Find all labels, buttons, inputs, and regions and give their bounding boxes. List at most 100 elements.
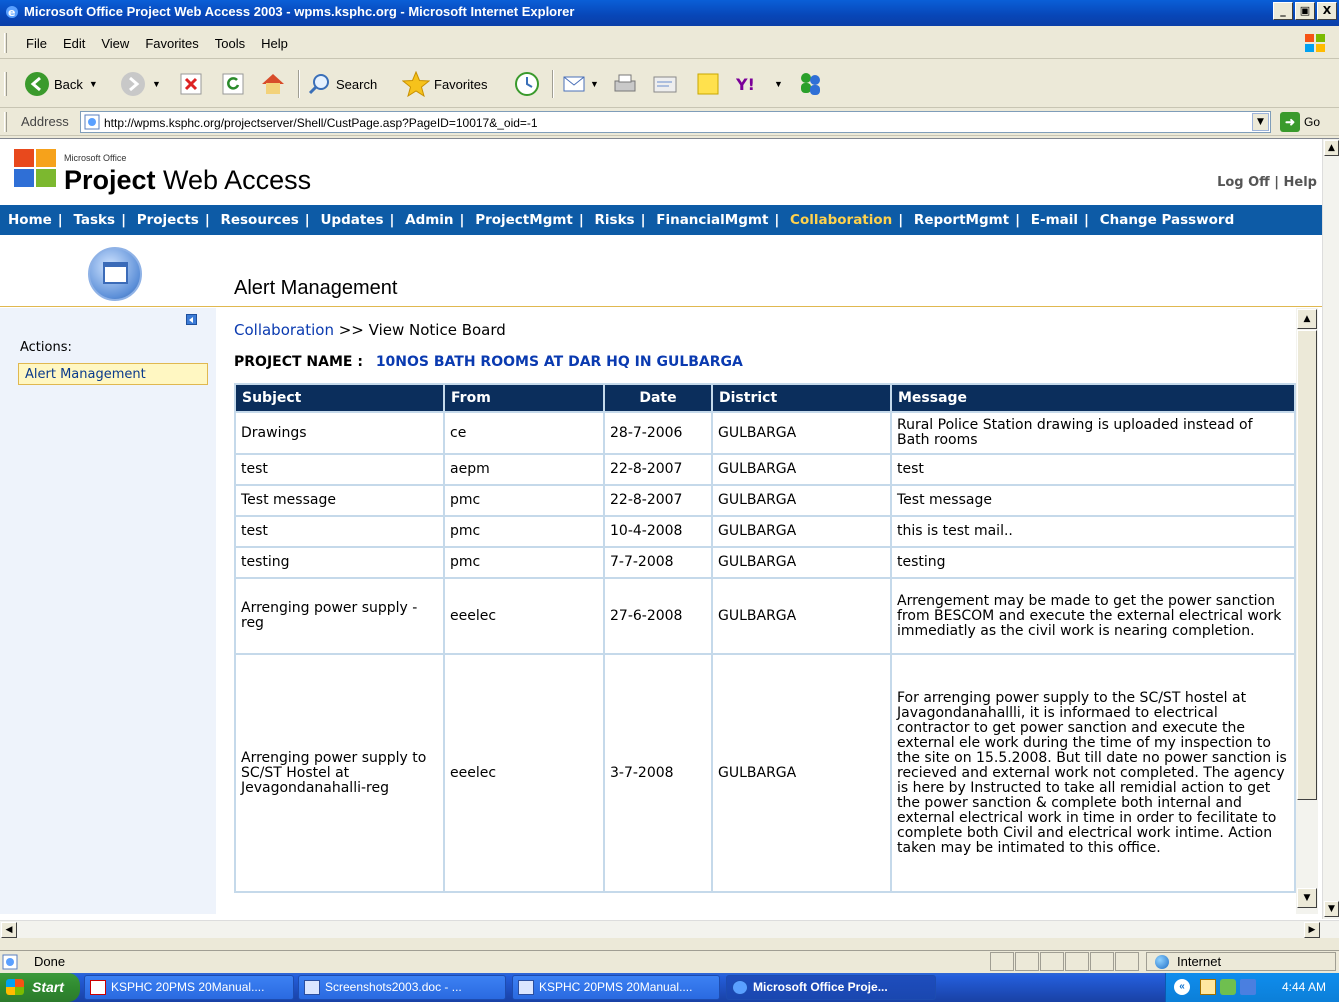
yahoo-button[interactable]: Y! ▼	[736, 70, 783, 98]
start-button[interactable]: Start	[0, 973, 80, 1002]
scroll-right-icon[interactable]: ▶	[1304, 922, 1320, 938]
address-input[interactable]: http://wpms.ksphc.org/projectserver/Shel…	[80, 111, 1271, 133]
menu-file[interactable]: File	[18, 36, 55, 51]
star-icon	[402, 71, 430, 97]
sidebar-item-alert-management[interactable]: Alert Management	[18, 363, 208, 385]
toolbar-separator	[298, 70, 300, 98]
nav-reportmgmt[interactable]: ReportMgmt	[914, 212, 1009, 228]
nav-projects[interactable]: Projects	[137, 212, 199, 228]
home-button[interactable]	[260, 70, 286, 98]
collapse-sidebar-icon[interactable]	[186, 314, 197, 325]
notice-board-table: Subject From Date District Message Drawi…	[234, 383, 1296, 893]
page-icon	[84, 114, 100, 130]
restore-button[interactable]: ▣	[1295, 2, 1315, 20]
history-button[interactable]	[514, 70, 540, 98]
go-button[interactable]: ➜ Go	[1280, 112, 1320, 132]
cell-message: testing	[892, 548, 1294, 577]
nav-resources[interactable]: Resources	[220, 212, 298, 228]
forward-button[interactable]: ▼	[120, 70, 161, 98]
scroll-left-icon[interactable]: ◀	[1, 922, 17, 938]
nav-home[interactable]: Home	[8, 212, 52, 228]
zone-label: Internet	[1177, 954, 1222, 969]
scrollbar-thumb[interactable]	[1297, 330, 1317, 800]
printer-icon	[614, 74, 636, 92]
table-row[interactable]: Arrenging power supply to SC/ST Hostel a…	[236, 655, 1294, 891]
horizontal-scrollbar[interactable]: ◀ ▶	[0, 920, 1339, 938]
column-header-district[interactable]: District	[713, 385, 890, 411]
nav-projectmgmt[interactable]: ProjectMgmt	[475, 212, 573, 228]
menu-view[interactable]: View	[93, 36, 137, 51]
cell-district: GULBARGA	[713, 655, 890, 891]
column-header-message[interactable]: Message	[892, 385, 1294, 411]
nav-collaboration[interactable]: Collaboration	[790, 212, 892, 228]
refresh-button[interactable]	[222, 70, 244, 98]
taskbar-item-word-manual[interactable]: KSPHC 20PMS 20Manual....	[512, 975, 720, 1000]
chevron-down-icon[interactable]: ▼	[152, 79, 161, 89]
chevron-down-icon[interactable]: ▼	[89, 79, 98, 89]
search-label: Search	[336, 76, 378, 92]
breadcrumb-collaboration-link[interactable]: Collaboration	[234, 321, 334, 339]
content-scrollbar[interactable]: ▲ ▼	[1296, 308, 1318, 914]
toolbar-grip[interactable]	[4, 112, 7, 132]
chevron-down-icon[interactable]: ▼	[590, 79, 599, 89]
clock[interactable]: 4:44 AM	[1282, 980, 1326, 994]
notes-button[interactable]	[696, 70, 720, 98]
scroll-down-icon[interactable]: ▼	[1297, 888, 1317, 908]
go-arrow-icon: ➜	[1280, 112, 1300, 132]
show-hidden-icons-button[interactable]: «	[1174, 979, 1190, 995]
scroll-up-icon[interactable]: ▲	[1297, 309, 1317, 329]
mail-button[interactable]: ▼	[562, 70, 599, 98]
column-header-subject[interactable]: Subject	[236, 385, 443, 411]
toolbar-grip[interactable]	[4, 72, 7, 96]
table-row[interactable]: testing pmc 7-7-2008 GULBARGA testing	[236, 548, 1294, 577]
back-button[interactable]: Back ▼	[24, 70, 98, 98]
nav-financialmgmt[interactable]: FinancialMgmt	[656, 212, 768, 228]
tray-app-icon[interactable]	[1200, 979, 1216, 995]
address-dropdown-icon[interactable]: ▼	[1252, 113, 1269, 131]
project-name: 10NOS BATH ROOMS AT DAR HQ IN GULBARGA	[375, 354, 743, 370]
nav-email[interactable]: E-mail	[1031, 212, 1078, 228]
edit-button[interactable]	[652, 70, 678, 98]
taskbar-item-pdf[interactable]: KSPHC 20PMS 20Manual....	[84, 975, 294, 1000]
cell-from: eeelec	[445, 579, 603, 653]
log-off-link[interactable]: Log Off	[1217, 175, 1270, 190]
search-button[interactable]: Search	[308, 70, 377, 98]
network-icon[interactable]	[1220, 979, 1236, 995]
cell-message: Arrengement may be made to get the power…	[892, 579, 1294, 653]
chevron-down-icon[interactable]: ▼	[774, 79, 783, 89]
taskbar-item-ie[interactable]: Microsoft Office Proje...	[726, 975, 936, 1000]
taskbar-item-word-screenshots[interactable]: Screenshots2003.doc - ...	[298, 975, 506, 1000]
table-row[interactable]: test pmc 10-4-2008 GULBARGA this is test…	[236, 517, 1294, 546]
breadcrumb: Collaboration >> View Notice Board	[234, 321, 506, 339]
table-row[interactable]: Drawings ce 28-7-2006 GULBARGA Rural Pol…	[236, 413, 1294, 453]
nav-change-password[interactable]: Change Password	[1100, 212, 1235, 228]
menu-help[interactable]: Help	[253, 36, 296, 51]
print-button[interactable]	[612, 70, 638, 98]
toolbar-grip[interactable]	[4, 33, 7, 53]
tray-messenger-icon[interactable]	[1240, 979, 1256, 995]
favorites-button[interactable]: Favorites	[402, 70, 487, 98]
page-scrollbar[interactable]: ▲ ▼	[1322, 139, 1339, 919]
nav-risks[interactable]: Risks	[595, 212, 635, 228]
table-row[interactable]: Arrenging power supply - reg eeelec 27-6…	[236, 579, 1294, 653]
scroll-down-icon[interactable]: ▼	[1324, 901, 1339, 917]
help-link[interactable]: Help	[1284, 175, 1317, 190]
close-button[interactable]: X	[1317, 2, 1337, 20]
nav-updates[interactable]: Updates	[320, 212, 383, 228]
scroll-up-icon[interactable]: ▲	[1324, 140, 1339, 156]
column-header-from[interactable]: From	[445, 385, 603, 411]
column-header-date[interactable]: Date	[605, 385, 711, 411]
nav-tasks[interactable]: Tasks	[73, 212, 115, 228]
menu-edit[interactable]: Edit	[55, 36, 93, 51]
table-row[interactable]: Test message pmc 22-8-2007 GULBARGA Test…	[236, 486, 1294, 515]
messenger-button[interactable]	[796, 70, 824, 98]
menu-favorites[interactable]: Favorites	[137, 36, 206, 51]
status-pane	[990, 952, 1014, 971]
menu-tools[interactable]: Tools	[207, 36, 253, 51]
address-url: http://wpms.ksphc.org/projectserver/Shel…	[104, 116, 538, 130]
security-zone[interactable]: Internet	[1146, 952, 1336, 971]
nav-admin[interactable]: Admin	[405, 212, 453, 228]
minimize-button[interactable]: _	[1273, 2, 1293, 20]
table-row[interactable]: test aepm 22-8-2007 GULBARGA test	[236, 455, 1294, 484]
stop-button[interactable]	[180, 70, 202, 98]
